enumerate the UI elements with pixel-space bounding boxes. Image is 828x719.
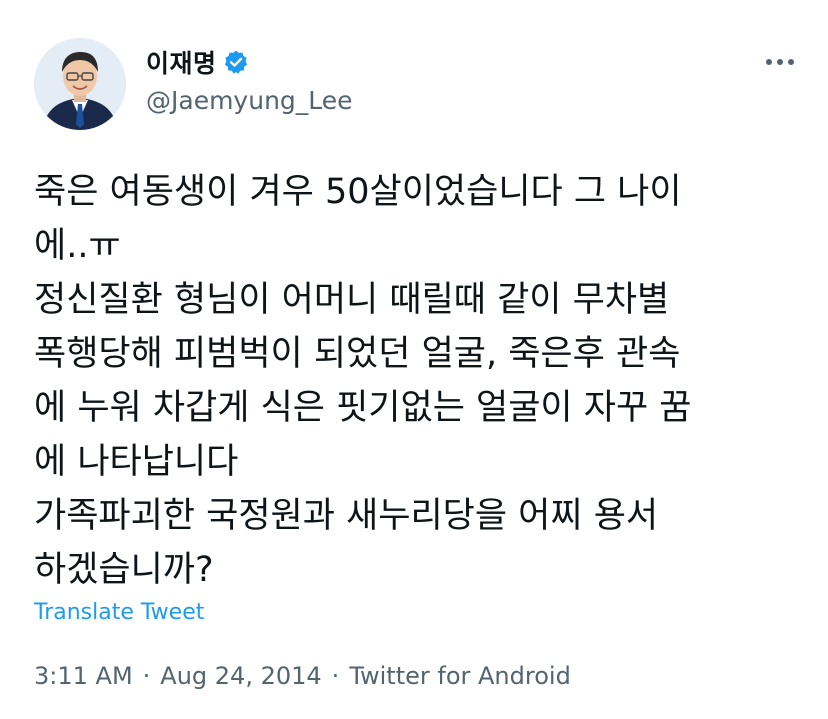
handle[interactable]: @Jaemyung_Lee — [146, 86, 353, 115]
verified-badge-icon — [223, 49, 249, 75]
tweet: 이재명 @Jaemyung_Lee 죽은 여동생이 겨우 50살이었습니다 그 … — [0, 0, 828, 719]
more-options-icon[interactable] — [760, 50, 800, 74]
author-block: 이재명 @Jaemyung_Lee — [146, 44, 353, 115]
profile-photo — [34, 38, 126, 130]
name-row: 이재명 — [146, 44, 353, 80]
tweet-source[interactable]: Twitter for Android — [349, 662, 570, 690]
tweet-text: 죽은 여동생이 겨우 50살이었습니다 그 나이 에..ㅠ 정신질환 형님이 어… — [34, 172, 692, 590]
tweet-meta: 3:11 AM · Aug 24, 2014 · Twitter for And… — [34, 662, 571, 690]
tweet-time[interactable]: 3:11 AM — [34, 662, 133, 690]
meta-separator: · — [331, 662, 340, 690]
display-name[interactable]: 이재명 — [146, 44, 217, 80]
meta-separator: · — [142, 662, 151, 690]
tweet-date[interactable]: Aug 24, 2014 — [160, 662, 321, 690]
translate-tweet-link[interactable]: Translate Tweet — [34, 600, 204, 625]
avatar[interactable] — [34, 38, 126, 130]
